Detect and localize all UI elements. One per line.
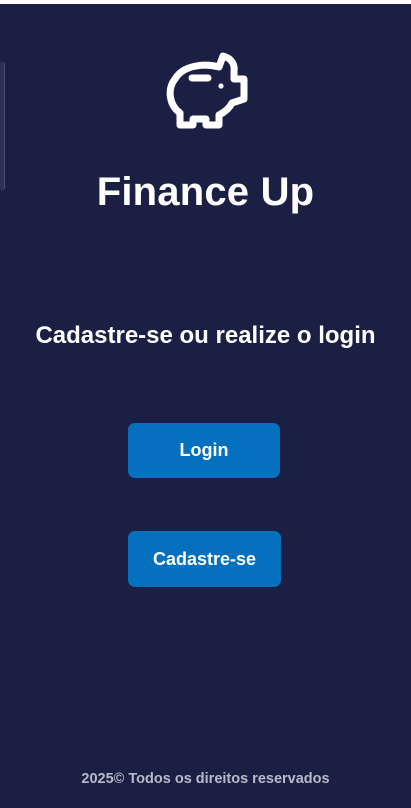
app-title: Finance Up — [96, 170, 315, 214]
footer-copyright: 2025© Todos os direitos reservados — [81, 771, 330, 787]
register-button[interactable]: Cadastre-se — [128, 531, 281, 587]
login-button[interactable]: Login — [128, 423, 280, 478]
top-status-strip — [0, 0, 411, 4]
piggy-bank-icon — [161, 49, 249, 131]
auth-prompt-text: Cadastre-se ou realize o login — [35, 322, 376, 349]
